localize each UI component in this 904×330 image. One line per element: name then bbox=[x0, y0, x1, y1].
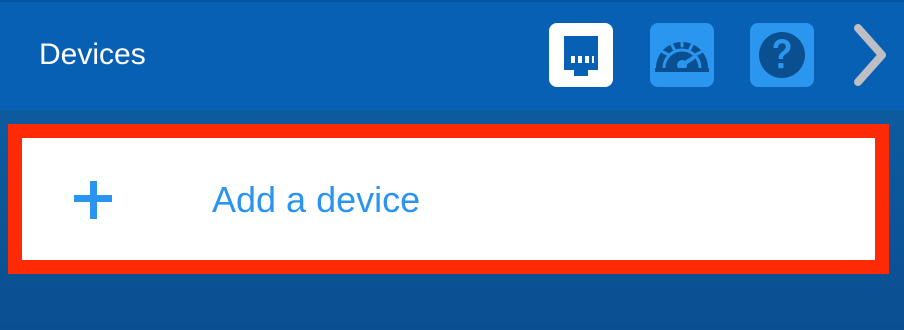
page-title: Devices bbox=[39, 38, 146, 71]
top-bar: Devices bbox=[0, 0, 904, 110]
network-button[interactable] bbox=[549, 23, 613, 87]
chevron-right-icon bbox=[854, 24, 886, 86]
next-page-button[interactable] bbox=[848, 20, 896, 90]
speedometer-button[interactable] bbox=[650, 23, 714, 87]
help-icon bbox=[759, 32, 805, 78]
devices-screen: Devices Add a device bbox=[0, 0, 904, 330]
speedometer-icon bbox=[655, 37, 709, 72]
help-button[interactable] bbox=[750, 23, 814, 87]
network-port-icon bbox=[564, 36, 598, 76]
highlight-frame: Add a device bbox=[8, 124, 889, 274]
plus-icon bbox=[74, 181, 112, 219]
add-device-label: Add a device bbox=[212, 179, 421, 220]
add-device-row[interactable]: Add a device bbox=[22, 138, 875, 260]
